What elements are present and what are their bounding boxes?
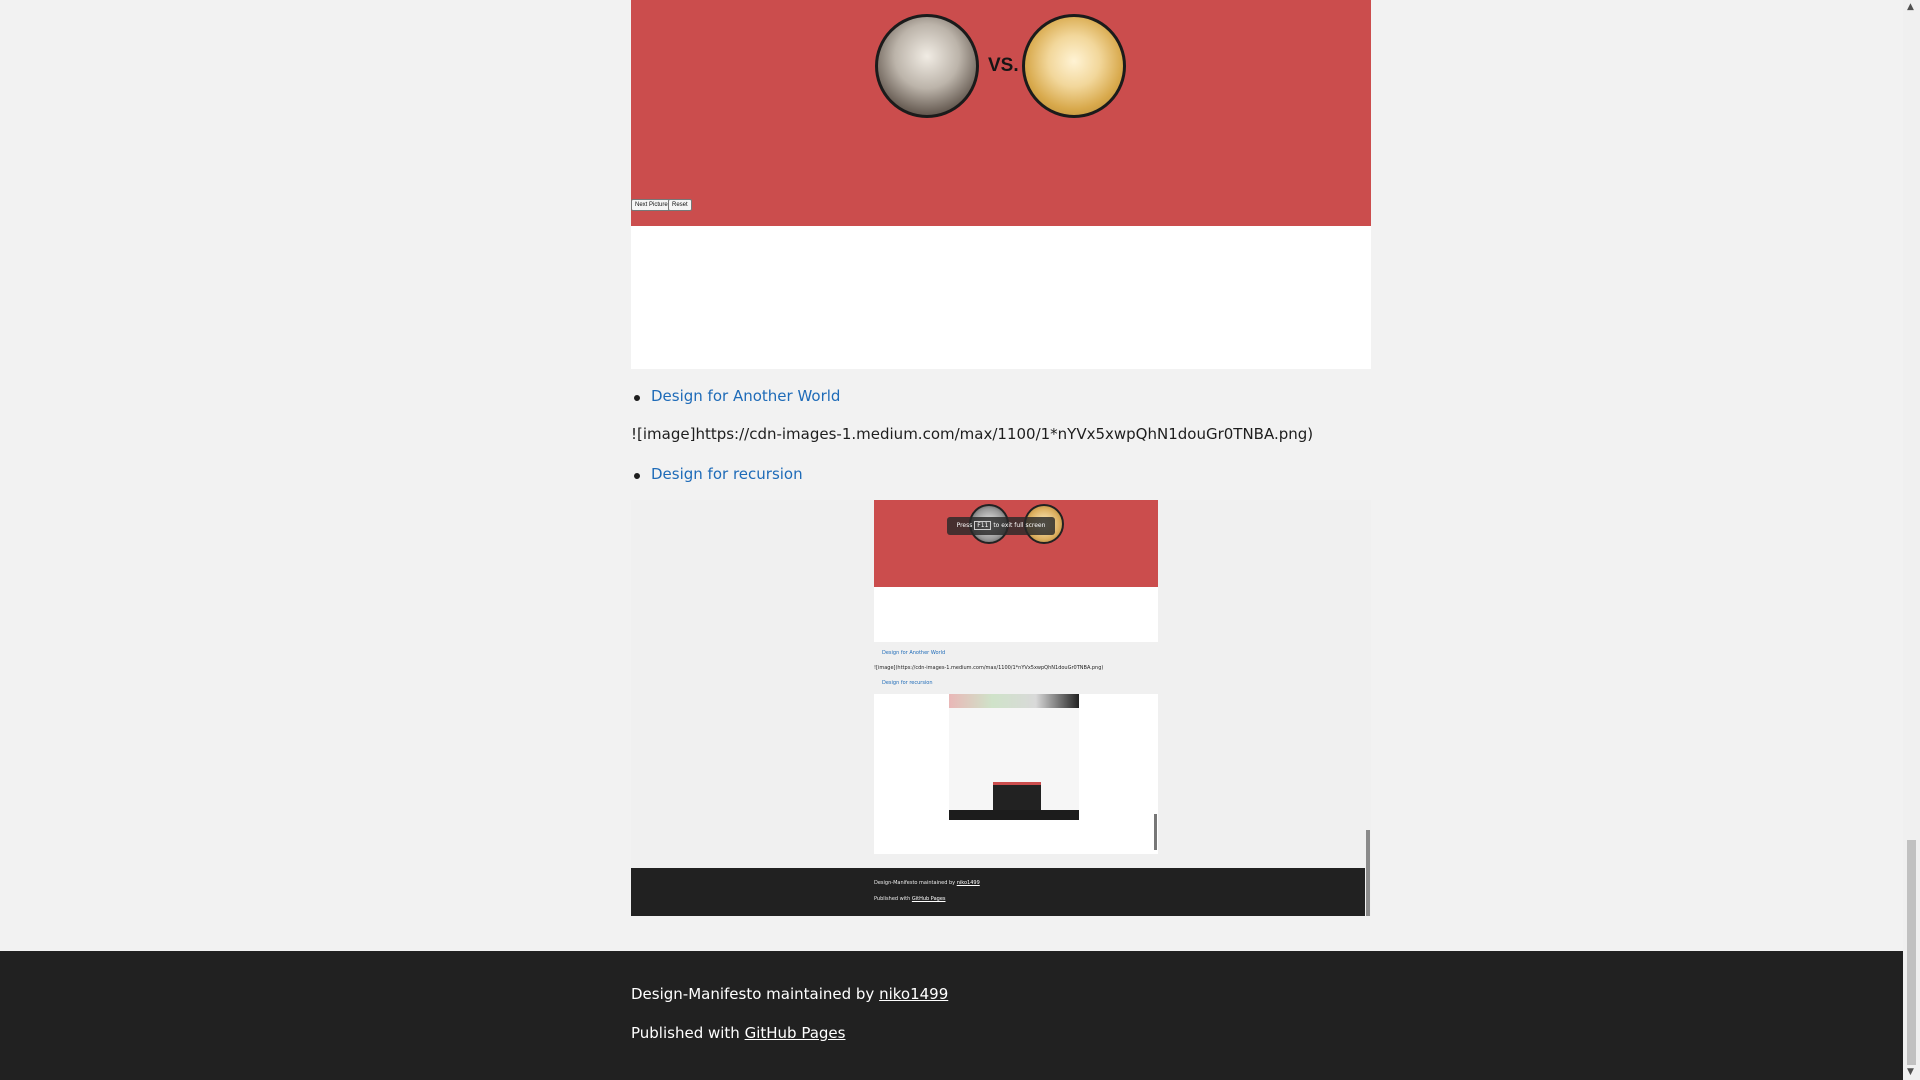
inner-red-frame (993, 782, 1041, 813)
scroll-down-icon[interactable]: ▼ (1907, 1068, 1914, 1077)
bullet-icon (634, 473, 640, 479)
embedded-recursion-link: Design for recursion (882, 680, 933, 686)
embedded-inner-screenshot (874, 694, 1158, 854)
bullet-icon (634, 395, 640, 401)
design-for-recursion-link[interactable]: Design for recursion (651, 465, 803, 483)
embedded-footer-published: Published with GitHub Pages (874, 896, 946, 902)
image-markdown-text: ![image]https://cdn-images-1.medium.com/… (631, 425, 1314, 443)
maintainer-link[interactable]: niko1499 (879, 985, 948, 1003)
doge-image (1022, 14, 1126, 118)
github-pages-link[interactable]: GitHub Pages (745, 1024, 846, 1042)
embedded-another-world-link: Design for Another World (882, 650, 946, 656)
embedded-scrollbar (1366, 830, 1370, 916)
vs-label: VS. (988, 55, 1019, 76)
inner-footer (949, 810, 1079, 820)
scroll-up-icon[interactable]: ▲ (1907, 3, 1914, 12)
scrollbar-thumb[interactable] (1907, 840, 1916, 1065)
embedded-white-card (874, 587, 1158, 642)
embedded-red-card: Press F11 to exit full screen (874, 500, 1158, 587)
embedded-image-markdown: ![image](https://cdn-images-1.medium.com… (874, 665, 1104, 671)
recursive-screenshot: Press F11 to exit full screen Design for… (631, 500, 1371, 916)
site-footer: Design-Manifesto maintained by niko1499 … (0, 951, 1903, 1080)
footer-maintained-line: Design-Manifesto maintained by niko1499 (631, 985, 949, 1003)
embedded-footer-maintained: Design-Manifesto maintained by niko1499 (874, 880, 980, 886)
design-for-another-world-link[interactable]: Design for Another World (651, 387, 840, 405)
inner-scrollbar (1154, 814, 1157, 850)
footer-published-line: Published with GitHub Pages (631, 1024, 846, 1042)
screenshot-whitespace (631, 226, 1371, 369)
fullscreen-toast: Press F11 to exit full screen (947, 517, 1055, 535)
reset-button[interactable]: Reset (668, 199, 692, 211)
embedded-footer: Design-Manifesto maintained by niko1499 … (631, 868, 1365, 916)
page-scrollbar[interactable]: ▲ ▼ (1903, 0, 1920, 1080)
grumpy-cat-image (875, 14, 979, 118)
next-picture-button[interactable]: Next Picture (631, 199, 672, 211)
game-screenshot: VS. Next Picture Reset (631, 0, 1371, 226)
inner-header (949, 694, 1079, 708)
embedded-page: Press F11 to exit full screen Design for… (874, 500, 1158, 860)
